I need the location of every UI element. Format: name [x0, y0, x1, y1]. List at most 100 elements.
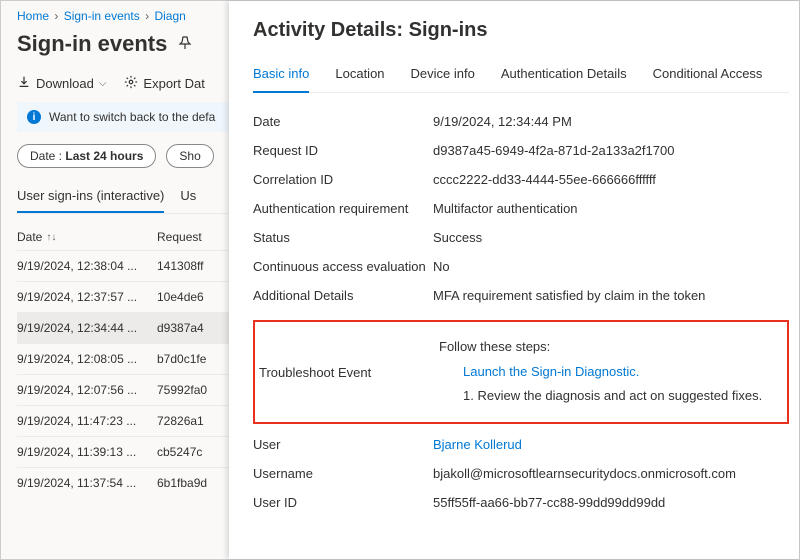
- row-auth-requirement: Authentication requirementMultifactor au…: [253, 194, 789, 223]
- filter-date-label: Date :: [30, 149, 62, 163]
- label-status: Status: [253, 230, 433, 245]
- table-row[interactable]: 9/19/2024, 12:08:05 ...b7d0c1fe: [17, 343, 229, 374]
- signins-table: Date ↑↓ Request 9/19/2024, 12:38:04 ...1…: [17, 224, 229, 498]
- table-row[interactable]: 9/19/2024, 11:39:13 ...cb5247c: [17, 436, 229, 467]
- chevron-down-icon: ⌵: [99, 78, 107, 89]
- value-troubleshoot: Follow these steps: Launch the Sign-in D…: [439, 335, 783, 409]
- value-correlation-id: cccc2222-dd33-4444-55ee-666666ffffff: [433, 172, 789, 187]
- label-cae: Continuous access evaluation: [253, 259, 433, 274]
- cell-date: 9/19/2024, 12:37:57 ...: [17, 290, 157, 304]
- cell-date: 9/19/2024, 12:07:56 ...: [17, 383, 157, 397]
- label-username: Username: [253, 466, 433, 481]
- info-text: Want to switch back to the defa: [49, 110, 215, 124]
- settings-icon: [124, 75, 138, 92]
- label-troubleshoot: Troubleshoot Event: [259, 365, 439, 380]
- table-row[interactable]: 9/19/2024, 12:07:56 ...75992fa0: [17, 374, 229, 405]
- toolbar: Download ⌵ Export Dat: [17, 75, 229, 92]
- row-user-id: User ID55ff55ff-aa66-bb77-cc88-99dd99dd9…: [253, 488, 789, 517]
- breadcrumb: Home › Sign-in events › Diagn: [17, 9, 229, 23]
- download-button[interactable]: Download ⌵: [17, 75, 106, 92]
- tab-user-signins-interactive[interactable]: User sign-ins (interactive): [17, 182, 164, 213]
- cell-request: 75992fa0: [157, 383, 229, 397]
- breadcrumb-signin[interactable]: Sign-in events: [64, 9, 140, 23]
- detail-tabs: Basic info Location Device info Authenti…: [253, 60, 789, 93]
- table-row[interactable]: 9/19/2024, 12:34:44 ...d9387a4: [17, 312, 229, 343]
- value-request-id: d9387a45-6949-4f2a-871d-2a133a2f1700: [433, 143, 789, 158]
- left-panel: Home › Sign-in events › Diagn Sign-in ev…: [1, 1, 229, 559]
- filter-date-pill[interactable]: Date : Last 24 hours: [17, 144, 156, 168]
- label-request-id: Request ID: [253, 143, 433, 158]
- table-row[interactable]: 9/19/2024, 12:38:04 ...141308ff: [17, 250, 229, 281]
- breadcrumb-home[interactable]: Home: [17, 9, 49, 23]
- table-row[interactable]: 9/19/2024, 11:37:54 ...6b1fba9d: [17, 467, 229, 498]
- cell-request: 72826a1: [157, 414, 229, 428]
- chevron-right-icon: ›: [54, 9, 58, 23]
- filter-row: Date : Last 24 hours Sho: [17, 144, 229, 168]
- cell-date: 9/19/2024, 12:08:05 ...: [17, 352, 157, 366]
- tab-location[interactable]: Location: [335, 60, 384, 92]
- col-header-request[interactable]: Request: [157, 230, 229, 244]
- info-bar: i Want to switch back to the defa: [17, 102, 229, 132]
- row-username: Usernamebjakoll@microsoftlearnsecuritydo…: [253, 459, 789, 488]
- pin-icon[interactable]: [177, 35, 193, 54]
- filter-show-label: Sho: [179, 149, 200, 163]
- value-auth-requirement: Multifactor authentication: [433, 201, 789, 216]
- info-icon: i: [27, 110, 41, 124]
- value-status: Success: [433, 230, 789, 245]
- col-header-date-label: Date: [17, 230, 42, 244]
- download-label: Download: [36, 76, 94, 91]
- row-user: UserBjarne Kollerud: [253, 430, 789, 459]
- tab-other[interactable]: Us: [180, 182, 196, 213]
- cell-request: d9387a4: [157, 321, 229, 335]
- row-status: StatusSuccess: [253, 223, 789, 252]
- user-link[interactable]: Bjarne Kollerud: [433, 437, 522, 452]
- cell-request: 141308ff: [157, 259, 229, 273]
- download-icon: [17, 75, 31, 92]
- row-correlation-id: Correlation IDcccc2222-dd33-4444-55ee-66…: [253, 165, 789, 194]
- tab-device-info[interactable]: Device info: [411, 60, 475, 92]
- export-label: Export Dat: [143, 76, 204, 91]
- label-user-id: User ID: [253, 495, 433, 510]
- filter-show-pill[interactable]: Sho: [166, 144, 213, 168]
- chevron-right-icon: ›: [145, 9, 149, 23]
- label-correlation-id: Correlation ID: [253, 172, 433, 187]
- value-username: bjakoll@microsoftlearnsecuritydocs.onmic…: [433, 466, 789, 481]
- troubleshoot-intro: Follow these steps:: [439, 335, 783, 360]
- cell-request: 6b1fba9d: [157, 476, 229, 490]
- cell-date: 9/19/2024, 12:38:04 ...: [17, 259, 157, 273]
- launch-diagnostic-link[interactable]: Launch the Sign-in Diagnostic.: [463, 364, 639, 379]
- cell-date: 9/19/2024, 12:34:44 ...: [17, 321, 157, 335]
- col-header-date[interactable]: Date ↑↓: [17, 230, 157, 244]
- label-date: Date: [253, 114, 433, 129]
- cell-date: 9/19/2024, 11:47:23 ...: [17, 414, 157, 428]
- table-header: Date ↑↓ Request: [17, 224, 229, 250]
- details-panel: Activity Details: Sign-ins Basic info Lo…: [229, 1, 799, 559]
- row-date: Date9/19/2024, 12:34:44 PM: [253, 107, 789, 136]
- troubleshoot-highlight: Troubleshoot Event Follow these steps: L…: [253, 320, 789, 424]
- label-auth-requirement: Authentication requirement: [253, 201, 433, 216]
- label-additional-details: Additional Details: [253, 288, 433, 303]
- filter-date-value-text: Last 24 hours: [65, 149, 143, 163]
- table-row[interactable]: 9/19/2024, 11:47:23 ...72826a1: [17, 405, 229, 436]
- cell-request: b7d0c1fe: [157, 352, 229, 366]
- value-additional-details: MFA requirement satisfied by claim in th…: [433, 288, 789, 303]
- troubleshoot-step-1: 1. Review the diagnosis and act on sugge…: [439, 384, 783, 409]
- breadcrumb-diag[interactable]: Diagn: [154, 9, 185, 23]
- tab-conditional-access[interactable]: Conditional Access: [653, 60, 763, 92]
- page-title: Sign-in events: [17, 31, 167, 57]
- value-cae: No: [433, 259, 789, 274]
- label-user: User: [253, 437, 433, 452]
- sort-icon: ↑↓: [46, 232, 56, 243]
- cell-date: 9/19/2024, 11:37:54 ...: [17, 476, 157, 490]
- cell-request: cb5247c: [157, 445, 229, 459]
- tab-auth-details[interactable]: Authentication Details: [501, 60, 627, 92]
- cell-date: 9/19/2024, 11:39:13 ...: [17, 445, 157, 459]
- row-request-id: Request IDd9387a45-6949-4f2a-871d-2a133a…: [253, 136, 789, 165]
- row-cae: Continuous access evaluationNo: [253, 252, 789, 281]
- tab-basic-info[interactable]: Basic info: [253, 60, 309, 93]
- page-title-row: Sign-in events: [17, 31, 229, 57]
- export-button[interactable]: Export Dat: [124, 75, 204, 92]
- table-row[interactable]: 9/19/2024, 12:37:57 ...10e4de6: [17, 281, 229, 312]
- row-additional-details: Additional DetailsMFA requirement satisf…: [253, 281, 789, 310]
- row-troubleshoot: Troubleshoot Event Follow these steps: L…: [259, 328, 783, 416]
